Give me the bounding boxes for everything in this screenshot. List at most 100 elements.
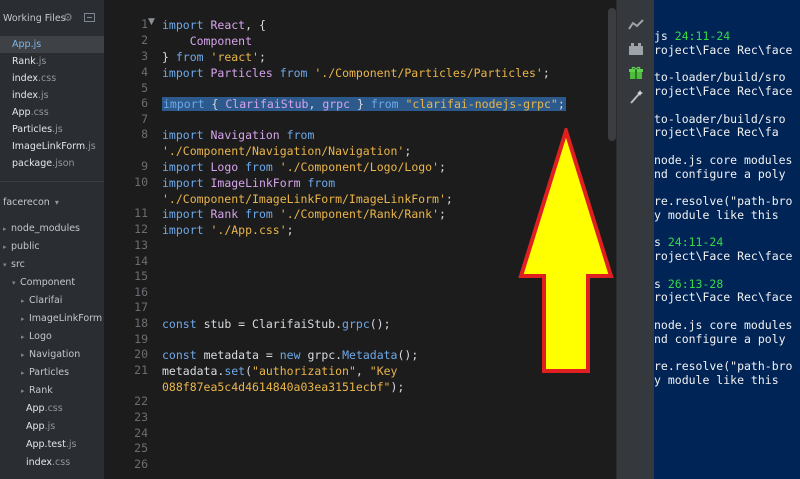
tree-folder-item[interactable]: ▸ Navigation xyxy=(0,346,104,364)
terminal-line: node.js core modules xyxy=(654,153,792,167)
file-tree: ▸ node_modules ▸ public ▾ src ▾ Component ▸ Clari… xyxy=(0,220,104,472)
terminal-line: roject\Face Rec\face xyxy=(654,85,792,98)
code-line-2[interactable]: Component xyxy=(162,33,252,49)
magic-wand-icon[interactable] xyxy=(628,90,644,104)
gift-icon[interactable] xyxy=(628,66,644,80)
working-file-item[interactable]: ImageLinkForm.js xyxy=(0,138,104,155)
code-line-8-wrap[interactable]: './Component/Navigation/Navigation'; xyxy=(162,143,411,159)
tree-file-item[interactable]: App.css xyxy=(0,400,104,418)
terminal-line: nd configure a poly xyxy=(654,331,786,346)
code-token: from xyxy=(279,66,308,80)
tree-item-name: Particles xyxy=(29,367,70,378)
toolbar-strip xyxy=(616,0,654,479)
working-files-header: Working Files ⚙ xyxy=(0,0,104,36)
line-number-gutter: ▼ 1 2 3 4 5 6 7 8 9 10 11 12 13 14 15 16 17 18 19 20 21 22 23 2… xyxy=(104,0,155,479)
tree-folder-item[interactable]: ▸ Rank xyxy=(0,382,104,400)
file-name: package xyxy=(12,158,53,169)
code-line-8[interactable]: import Navigation from xyxy=(162,127,314,143)
fold-arrow-icon[interactable]: ▼ xyxy=(148,17,155,27)
tree-file-item[interactable]: App.js xyxy=(0,418,104,436)
terminal-line: to-loader/build/sro xyxy=(654,112,786,126)
code-token: import xyxy=(162,176,204,190)
code-line-1[interactable]: import React, { xyxy=(162,17,266,33)
file-extension: .js xyxy=(30,39,42,50)
tree-item-name: Rank xyxy=(29,385,53,396)
code-line-18[interactable]: const stub = ClarifaiStub.grpc(); xyxy=(162,316,391,332)
code-line-12[interactable]: import './App.css'; xyxy=(162,222,294,238)
code-line-10[interactable]: import ImageLinkForm from xyxy=(162,175,335,191)
code-line-10-wrap[interactable]: './Component/ImageLinkForm/ImageLinkForm… xyxy=(162,191,453,207)
tree-folder-item[interactable]: ▸ node_modules xyxy=(0,220,104,238)
terminal-line: roject\Face Rec\fa xyxy=(654,126,779,139)
terminal-timestamp: 26:13-28 xyxy=(667,276,724,291)
line-number: 14 xyxy=(134,254,148,268)
line-number: 4 xyxy=(141,65,148,79)
terminal-text: roject\Face Rec\face xyxy=(654,290,793,305)
sidebar-divider xyxy=(0,181,104,182)
code-line-21[interactable]: metadata.set("authorization", "Key xyxy=(162,363,397,379)
tree-file-item[interactable]: index.css xyxy=(0,454,104,472)
file-name: App xyxy=(12,107,31,118)
working-file-item[interactable]: App.css xyxy=(0,104,104,121)
working-file-item[interactable]: package.json xyxy=(0,155,104,172)
terminal-text: nd configure a poly xyxy=(654,331,786,346)
code-line-3[interactable]: } from 'react'; xyxy=(162,49,266,65)
working-file-item[interactable]: Particles.js xyxy=(0,121,104,138)
terminal-text: roject\Face Rec\fa xyxy=(654,125,779,140)
code-token: import xyxy=(162,18,204,32)
line-number: 10 xyxy=(134,175,148,189)
terminal-panel[interactable]: js 24:11-24 roject\Face Rec\face to-loader… xyxy=(654,0,800,479)
code-token: ; xyxy=(542,66,550,80)
line-number: 23 xyxy=(134,410,148,424)
editor-scrollbar[interactable] xyxy=(608,8,616,141)
code-token: { xyxy=(211,97,219,111)
extension-manager-icon[interactable] xyxy=(628,42,644,56)
working-file-item[interactable]: Rank.js xyxy=(0,53,104,70)
tree-item-name: src xyxy=(11,259,25,270)
tree-folder-item[interactable]: ▸ Particles xyxy=(0,364,104,382)
working-file-item[interactable]: App.js xyxy=(0,36,104,53)
code-token: ImageLinkForm xyxy=(210,176,301,190)
chevron-right-icon: ▸ xyxy=(21,351,25,359)
working-file-item[interactable]: index.css xyxy=(0,70,104,87)
line-number: 9 xyxy=(141,159,148,173)
code-token: const xyxy=(162,348,197,362)
live-preview-icon[interactable] xyxy=(628,18,644,32)
code-line-4[interactable]: import Particles from './Component/Parti… xyxy=(162,65,550,81)
code-token: grpc xyxy=(342,317,370,331)
working-file-item[interactable]: index.js xyxy=(0,87,104,104)
terminal-text: s xyxy=(654,276,668,291)
file-extension: .js xyxy=(85,141,96,152)
file-name: ImageLinkForm xyxy=(12,141,86,152)
code-token: "authorization" xyxy=(252,364,356,378)
code-line-21-wrap[interactable]: 088f87ea5c4d4614840a03ea3151ecbf"); xyxy=(162,379,404,395)
line-number: 15 xyxy=(134,269,148,283)
line-number: 13 xyxy=(134,238,148,252)
code-line-9[interactable]: import Logo from './Component/Logo/Logo'… xyxy=(162,159,446,175)
code-line-11[interactable]: import Rank from './Component/Rank/Rank'… xyxy=(162,206,446,222)
project-dropdown[interactable]: facerecon ▾ xyxy=(0,191,104,217)
file-name: Particles xyxy=(12,124,53,135)
code-token: const xyxy=(162,317,197,331)
line-number: 20 xyxy=(134,347,148,361)
file-extension: .css xyxy=(30,107,49,118)
line-number: 7 xyxy=(141,112,148,126)
tree-item-name: Logo xyxy=(29,331,52,342)
tree-folder-item[interactable]: ▸ public xyxy=(0,238,104,256)
tree-folder-item[interactable]: ▸ ImageLinkForm xyxy=(0,310,104,328)
code-line-6-selected[interactable]: import { ClarifaiStub, grpc } from "clar… xyxy=(162,96,566,112)
code-token: ClarifaiStub xyxy=(225,97,309,111)
tree-folder-item[interactable]: ▾ Component xyxy=(0,274,104,292)
code-token: 'react' xyxy=(210,50,259,64)
code-token: from xyxy=(245,160,273,174)
tree-folder-item[interactable]: ▾ src xyxy=(0,256,104,274)
split-view-icon[interactable] xyxy=(84,13,95,22)
tree-folder-item[interactable]: ▸ Logo xyxy=(0,328,104,346)
tree-folder-item[interactable]: ▸ Clarifai xyxy=(0,292,104,310)
code-token: } xyxy=(356,97,364,111)
code-line-20[interactable]: const metadata = new grpc.Metadata(); xyxy=(162,347,418,363)
tree-file-item[interactable]: App.test.js xyxy=(0,436,104,454)
selection-highlight: import { ClarifaiStub, grpc } from "clar… xyxy=(162,97,566,111)
gear-icon[interactable]: ⚙ xyxy=(63,12,73,23)
terminal-text: js xyxy=(654,29,675,43)
